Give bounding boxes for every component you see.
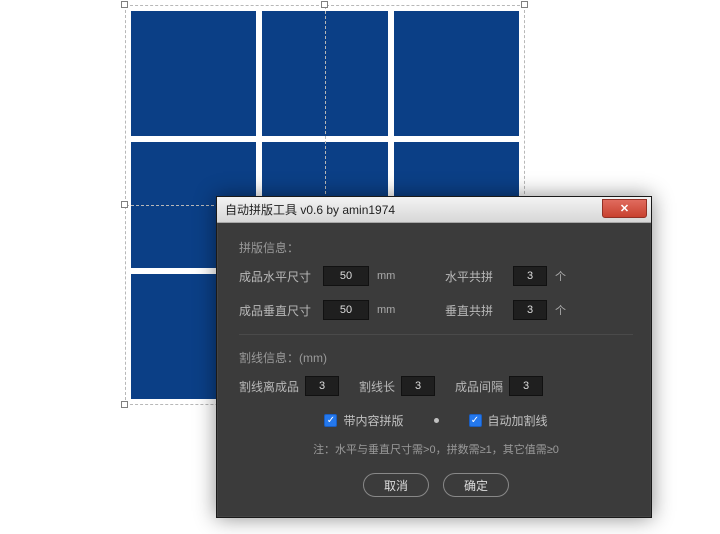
input-gap[interactable] xyxy=(509,376,543,396)
unit-mm: mm xyxy=(377,270,399,282)
input-cut-offset[interactable] xyxy=(305,376,339,396)
ok-button[interactable]: 确定 xyxy=(443,473,509,497)
separator-dot xyxy=(434,418,439,423)
unit-mm: mm xyxy=(377,304,399,316)
label-vcount: 垂直共拼 xyxy=(445,302,505,319)
check-icon: ✓ xyxy=(324,414,337,427)
selection-handle[interactable] xyxy=(121,401,128,408)
unit-piece: 个 xyxy=(555,302,577,318)
cancel-button-label: 取消 xyxy=(384,477,408,494)
checkbox-label: 自动加割线 xyxy=(488,412,548,429)
check-icon: ✓ xyxy=(469,414,482,427)
checkbox-label: 带内容拼版 xyxy=(343,412,403,429)
checkbox-auto-cutline[interactable]: ✓ 自动加割线 xyxy=(469,412,548,429)
dialog-titlebar[interactable]: 自动拼版工具 v0.6 by amin1974 ✕ xyxy=(217,197,651,223)
close-icon: ✕ xyxy=(620,202,629,215)
selection-handle[interactable] xyxy=(321,1,328,8)
selection-handle[interactable] xyxy=(521,1,528,8)
label-gap: 成品间隔 xyxy=(455,378,503,395)
label-vsize: 成品垂直尺寸 xyxy=(239,302,315,319)
selection-handle[interactable] xyxy=(121,1,128,8)
cancel-button[interactable]: 取消 xyxy=(363,473,429,497)
imposition-dialog: 自动拼版工具 v0.6 by amin1974 ✕ 拼版信息： 成品水平尺寸 m… xyxy=(216,196,652,518)
dialog-title: 自动拼版工具 v0.6 by amin1974 xyxy=(225,201,395,218)
unit-piece: 个 xyxy=(555,268,577,284)
label-hcount: 水平共拼 xyxy=(445,268,505,285)
input-vsize[interactable] xyxy=(323,300,369,320)
input-hcount[interactable] xyxy=(513,266,547,286)
input-vcount[interactable] xyxy=(513,300,547,320)
input-hsize[interactable] xyxy=(323,266,369,286)
input-cut-length[interactable] xyxy=(401,376,435,396)
divider xyxy=(239,334,633,335)
note-text: 注：水平与垂直尺寸需>0，拼数需≥1，其它值需≥0 xyxy=(239,441,633,457)
label-cut-offset: 割线离成品 xyxy=(239,378,299,395)
ok-button-label: 确定 xyxy=(464,477,488,494)
section-imposition-title: 拼版信息： xyxy=(239,239,633,256)
close-button[interactable]: ✕ xyxy=(602,199,647,218)
label-cut-length: 割线长 xyxy=(359,378,395,395)
label-hsize: 成品水平尺寸 xyxy=(239,268,315,285)
section-cutline-title: 割线信息：(mm) xyxy=(239,349,633,366)
selection-handle[interactable] xyxy=(121,201,128,208)
checkbox-with-content[interactable]: ✓ 带内容拼版 xyxy=(324,412,403,429)
